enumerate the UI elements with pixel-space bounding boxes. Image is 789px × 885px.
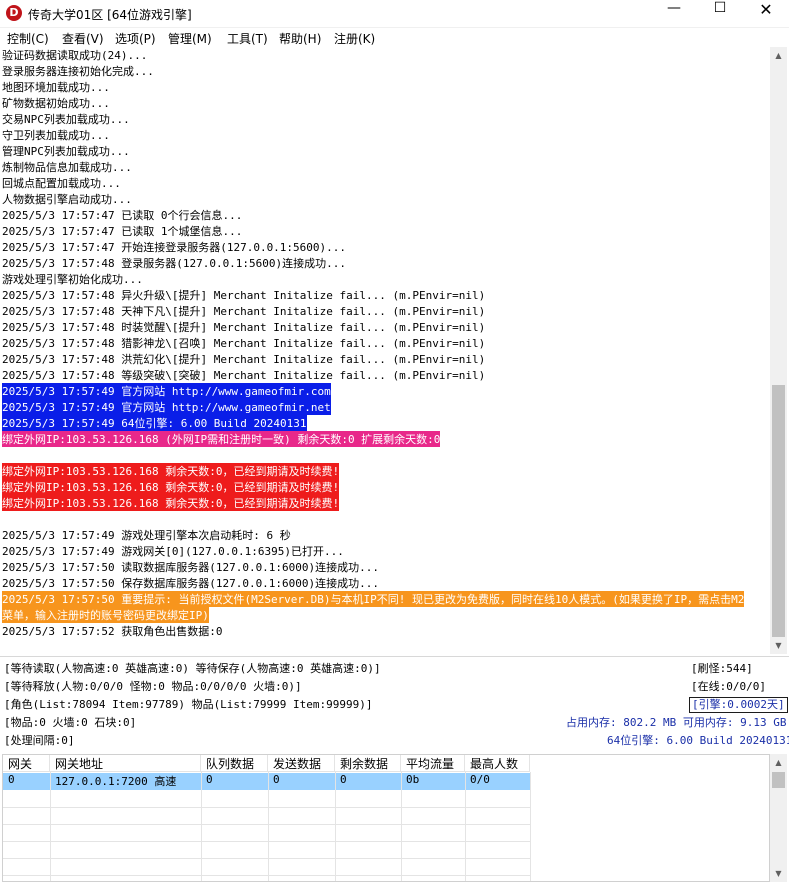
- grid-line: [3, 807, 530, 808]
- grid-line: [201, 772, 202, 881]
- log-line: 管理NPC列表加载成功...: [2, 145, 130, 158]
- menu-options[interactable]: 选项(P): [115, 30, 156, 47]
- grid-line: [268, 772, 269, 881]
- grid-line: [3, 841, 530, 842]
- status-role-items: [角色(List:78094 Item:97789) 物品(List:79999…: [4, 698, 373, 711]
- log-line: 2025/5/3 17:57:50 重要提示: 当前授权文件(M2Server.…: [2, 591, 745, 607]
- grid-line: [3, 858, 530, 859]
- log-line: 2025/5/3 17:57:50 保存数据库服务器(127.0.0.1:600…: [2, 577, 380, 590]
- log-line: 绑定外网IP:103.53.126.168 剩余天数:0，已经到期请及时续费!: [2, 479, 340, 495]
- col-queue-data[interactable]: 队列数据: [201, 755, 268, 772]
- menu-view[interactable]: 查看(V): [62, 30, 104, 47]
- log-line: 2025/5/3 17:57:47 开始连接登录服务器(127.0.0.1:56…: [2, 241, 347, 254]
- log-line: 2025/5/3 17:57:49 游戏处理引擎本次启动耗时: 6 秒: [2, 529, 291, 542]
- menu-control[interactable]: 控制(C): [7, 30, 49, 47]
- maximize-button[interactable]: ☐: [697, 0, 743, 28]
- grid-line: [465, 772, 466, 881]
- status-engine-days: [引擎:0.0002天]: [689, 697, 788, 713]
- menu-manage[interactable]: 管理(M): [168, 30, 212, 47]
- minimize-button[interactable]: —: [651, 0, 697, 28]
- log-line: 验证码数据读取成功(24)...: [2, 49, 148, 62]
- col-gateway[interactable]: 网关: [3, 755, 50, 772]
- log-scrollbar[interactable]: ▲ ▼: [770, 47, 787, 654]
- log-line: 登录服务器连接初始化完成...: [2, 65, 154, 78]
- log-line: 2025/5/3 17:57:48 登录服务器(127.0.0.1:5600)连…: [2, 257, 347, 270]
- scroll-down-icon[interactable]: ▼: [770, 637, 787, 654]
- grid-line: [401, 772, 402, 881]
- table-scrollbar[interactable]: ▲ ▼: [770, 754, 787, 882]
- log-line: 2025/5/3 17:57:48 猎影神龙\[召唤] Merchant Ini…: [2, 337, 486, 350]
- cell-remain: 0: [340, 773, 347, 786]
- log-line: 2025/5/3 17:57:49 64位引擎: 6.00 Build 2024…: [2, 415, 307, 431]
- log-line: 2025/5/3 17:57:48 异火升级\[提升] Merchant Ini…: [2, 289, 486, 302]
- cell-traffic: 0b: [406, 773, 420, 786]
- log-line: 2025/5/3 17:57:47 已读取 1个城堡信息...: [2, 225, 243, 238]
- title-bar: D 传奇大学01区 [64位游戏引擎] — ☐ ✕: [0, 0, 789, 28]
- cell-gateway: 0: [8, 773, 15, 786]
- log-line: 炼制物品信息加载成功...: [2, 161, 132, 174]
- cell-max-users: 0/0: [470, 773, 490, 786]
- status-wait-release: [等待释放(人物:0/0/0 怪物:0 物品:0/0/0/0 火墙:0)]: [4, 680, 302, 693]
- log-line: 游戏处理引擎初始化成功...: [2, 273, 143, 286]
- col-max-users[interactable]: 最高人数: [465, 755, 530, 772]
- log-line: 2025/5/3 17:57:50 读取数据库服务器(127.0.0.1:600…: [2, 561, 380, 574]
- menu-help[interactable]: 帮助(H): [279, 30, 321, 47]
- col-gateway-address[interactable]: 网关地址: [50, 755, 201, 772]
- grid-line: [50, 772, 51, 881]
- log-line: 绑定外网IP:103.53.126.168 (外网IP需和注册时一致) 剩余天数…: [2, 431, 441, 447]
- log-line: 2025/5/3 17:57:48 等级突破\[突破] Merchant Ini…: [2, 369, 486, 382]
- status-objects: [物品:0 火墙:0 石块:0]: [4, 716, 137, 729]
- status-interval: [处理间隔:0]: [4, 734, 75, 747]
- grid-line: [335, 772, 336, 881]
- menu-tools[interactable]: 工具(T): [227, 30, 268, 47]
- col-remain-data[interactable]: 剩余数据: [335, 755, 401, 772]
- log-line: 绑定外网IP:103.53.126.168 剩余天数:0，已经到期请及时续费!: [2, 495, 340, 511]
- cell-send: 0: [273, 773, 280, 786]
- log-panel[interactable]: 验证码数据读取成功(24)... 登录服务器连接初始化完成... 地图环境加载成功.…: [0, 47, 770, 654]
- status-memory: 占用内存: 802.2 MB 可用内存: 9.13 GB: [566, 716, 787, 729]
- log-line: 回城点配置加载成功...: [2, 177, 121, 190]
- log-line: 人物数据引擎启动成功...: [2, 193, 132, 206]
- log-line: 2025/5/3 17:57:52 获取角色出售数据:0: [2, 625, 223, 638]
- menu-bar: 控制(C) 查看(V) 选项(P) 管理(M) 工具(T) 帮助(H) 注册(K…: [0, 28, 789, 47]
- grid-line: [3, 824, 530, 825]
- status-online: [在线:0/0/0]: [691, 680, 766, 693]
- table-scroll-thumb[interactable]: [772, 772, 785, 788]
- log-line: 地图环境加载成功...: [2, 81, 110, 94]
- log-line: 矿物数据初始成功...: [2, 97, 110, 110]
- cell-address: 127.0.0.1:7200 高速: [55, 775, 177, 788]
- cell-queue: 0: [206, 773, 213, 786]
- status-wait-read: [等待读取(人物高速:0 英雄高速:0) 等待保存(人物高速:0 英雄高速:0)…: [4, 662, 381, 675]
- col-send-data[interactable]: 发送数据: [268, 755, 335, 772]
- status-refresh-monsters: [刷怪:544]: [691, 662, 753, 675]
- status-panel: [等待读取(人物高速:0 英雄高速:0) 等待保存(人物高速:0 英雄高速:0)…: [0, 656, 789, 752]
- gateway-table[interactable]: 网关 网关地址 队列数据 发送数据 剩余数据 平均流量 最高人数 0 127.0…: [2, 754, 770, 882]
- table-scroll-down-icon[interactable]: ▼: [770, 865, 787, 882]
- col-avg-traffic[interactable]: 平均流量: [401, 755, 465, 772]
- log-line: 2025/5/3 17:57:49 官方网站 http://www.gameof…: [2, 383, 331, 399]
- grid-line: [530, 772, 531, 881]
- log-line: 2025/5/3 17:57:48 时装觉醒\[提升] Merchant Ini…: [2, 321, 486, 334]
- window-title: 传奇大学01区 [64位游戏引擎]: [28, 8, 192, 22]
- log-line: 菜单，输入注册时的账号密码更改绑定IP): [2, 607, 209, 623]
- close-button[interactable]: ✕: [743, 0, 789, 28]
- log-line: 2025/5/3 17:57:49 官方网站 http://www.gameof…: [2, 399, 331, 415]
- status-build: 64位引擎: 6.00 Build 20240131: [607, 734, 789, 747]
- log-line: 交易NPC列表加载成功...: [2, 113, 130, 126]
- log-line: 2025/5/3 17:57:48 天神下凡\[提升] Merchant Ini…: [2, 305, 486, 318]
- app-icon: D: [6, 5, 22, 21]
- grid-line: [3, 875, 530, 876]
- log-line: 守卫列表加载成功...: [2, 129, 110, 142]
- table-scroll-up-icon[interactable]: ▲: [770, 754, 787, 771]
- log-line: 2025/5/3 17:57:49 游戏网关[0](127.0.0.1:6395…: [2, 545, 344, 558]
- log-line: 2025/5/3 17:57:47 已读取 0个行会信息...: [2, 209, 243, 222]
- log-scroll-thumb[interactable]: [772, 385, 785, 637]
- log-line: 2025/5/3 17:57:48 洪荒幻化\[提升] Merchant Ini…: [2, 353, 486, 366]
- scroll-up-icon[interactable]: ▲: [770, 47, 787, 64]
- menu-register[interactable]: 注册(K): [334, 30, 375, 47]
- log-line: 绑定外网IP:103.53.126.168 剩余天数:0，已经到期请及时续费!: [2, 463, 340, 479]
